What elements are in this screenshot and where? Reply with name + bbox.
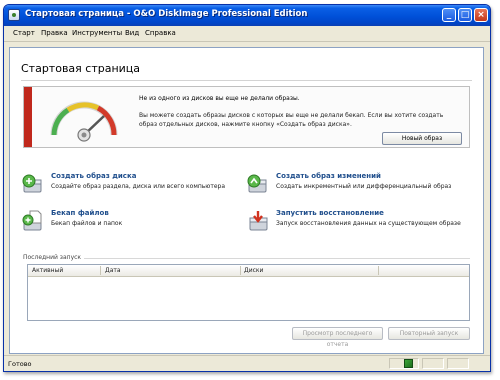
status-banner: Не из одного из дисков вы еще не делали … xyxy=(23,86,470,148)
minimize-button[interactable]: _ xyxy=(442,8,456,22)
menu-view[interactable]: Вид xyxy=(125,29,139,37)
section-divider xyxy=(23,258,470,259)
menu-start[interactable]: Старт xyxy=(13,29,35,37)
file-backup-action[interactable]: Бекап файлов Бекап файлов и папок xyxy=(21,209,241,235)
action-title[interactable]: Создать образ диска xyxy=(51,172,136,180)
action-title[interactable]: Создать образ изменений xyxy=(276,172,381,180)
action-description: Запуск восстановления данных на существу… xyxy=(276,220,461,227)
incremental-image-action[interactable]: Создать образ изменений Создать инкремен… xyxy=(246,172,466,198)
create-disk-image-icon xyxy=(22,174,42,193)
action-description: Создать инкрементный или дифференциальны… xyxy=(276,183,452,190)
tray-icon[interactable] xyxy=(404,359,413,368)
column-disks[interactable]: Диски xyxy=(244,267,263,274)
new-image-button[interactable]: Новый образ xyxy=(382,132,462,145)
last-run-label: Последний запуск xyxy=(23,254,85,261)
column-divider xyxy=(378,266,379,275)
status-bar: Готово xyxy=(4,355,490,371)
close-button[interactable]: × xyxy=(474,8,488,22)
title-bar[interactable]: Стартовая страница - O&O DiskImage Profe… xyxy=(4,5,490,26)
file-backup-icon xyxy=(22,210,42,231)
column-date[interactable]: Дата xyxy=(105,267,121,274)
banner-accent-bar xyxy=(24,87,32,147)
action-description: Бекап файлов и папок xyxy=(51,220,123,227)
page-title: Стартовая страница xyxy=(21,62,141,75)
maximize-button[interactable]: □ xyxy=(458,8,472,22)
action-title[interactable]: Запустить восстановление xyxy=(276,209,384,217)
start-page: Стартовая страница Не из одного из диско… xyxy=(9,47,484,354)
menu-bar: Старт Правка Инструменты Вид Справка xyxy=(4,26,490,42)
column-divider xyxy=(240,266,241,275)
banner-description: Вы можете создать образы дисков с которы… xyxy=(139,112,444,128)
last-run-table[interactable]: Активный Дата Диски xyxy=(27,264,470,321)
incremental-image-icon xyxy=(247,174,267,193)
create-disk-image-action[interactable]: Создать образ диска Создайте образ разде… xyxy=(21,172,241,198)
banner-message: Не из одного из дисков вы еще не делали … xyxy=(139,95,300,102)
column-active[interactable]: Активный xyxy=(32,267,63,274)
restore-action[interactable]: Запустить восстановление Запуск восстано… xyxy=(246,209,466,235)
menu-help[interactable]: Справка xyxy=(145,29,176,37)
menu-edit[interactable]: Правка xyxy=(41,29,68,37)
action-title[interactable]: Бекап файлов xyxy=(51,209,109,217)
app-icon[interactable] xyxy=(8,9,20,21)
view-last-report-button[interactable]: Просмотр последнего отчета xyxy=(292,327,383,348)
gauge-icon xyxy=(50,101,118,142)
repeat-last-run-button[interactable]: Повторный запуск xyxy=(388,327,470,340)
app-window: Стартовая страница - O&O DiskImage Profe… xyxy=(3,4,491,372)
menu-tools[interactable]: Инструменты xyxy=(72,29,122,37)
title-divider xyxy=(21,80,472,81)
column-divider xyxy=(100,266,101,275)
status-cell xyxy=(422,358,444,369)
action-description: Создайте образ раздела, диска или всего … xyxy=(51,183,226,190)
window-title: Стартовая страница - O&O DiskImage Profe… xyxy=(25,9,308,19)
restore-icon xyxy=(249,211,268,231)
status-cell xyxy=(447,358,469,369)
table-header: Активный Дата Диски xyxy=(28,265,469,277)
status-text: Готово xyxy=(8,360,32,368)
